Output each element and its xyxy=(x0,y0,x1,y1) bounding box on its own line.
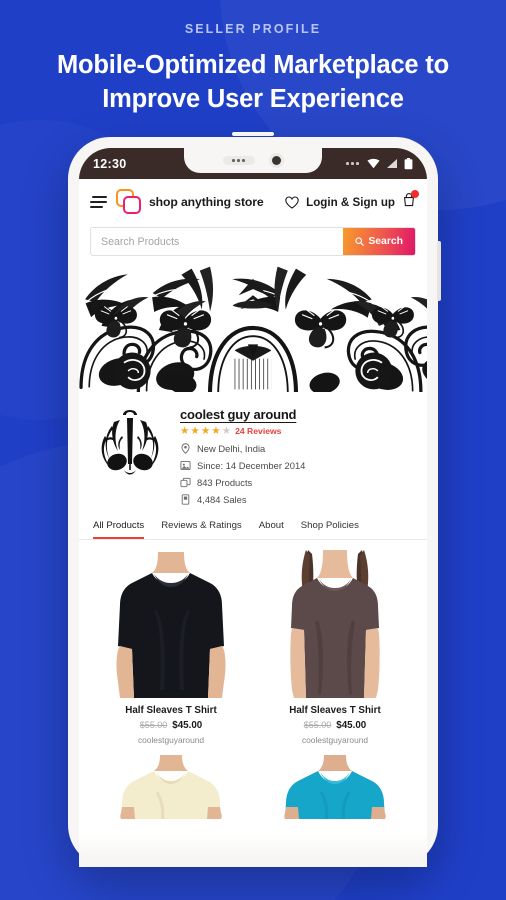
product-card[interactable] xyxy=(93,754,249,825)
seller-meta-sales: 4,484 Sales xyxy=(180,494,305,505)
status-time: 12:30 xyxy=(93,156,127,171)
heart-icon[interactable] xyxy=(285,195,299,209)
phone-notch xyxy=(184,148,322,173)
shop-logo-icon[interactable] xyxy=(116,189,142,215)
product-card[interactable]: Half Sleaves T Shirt $55.00 $45.00 coole… xyxy=(93,549,249,751)
status-icons xyxy=(346,157,413,170)
product-price-old: $55.00 xyxy=(139,719,168,730)
tab-about[interactable]: About xyxy=(259,520,284,539)
product-price-old: $55.00 xyxy=(303,719,332,730)
product-grid-row-2 xyxy=(79,750,427,825)
location-pin-icon xyxy=(181,442,190,454)
product-image xyxy=(257,549,413,698)
review-count[interactable]: 24 Reviews xyxy=(235,426,281,436)
search-button-label: Search xyxy=(368,236,403,247)
layers-icon xyxy=(180,477,191,487)
status-bar: 12:30 xyxy=(79,148,427,179)
seller-name[interactable]: coolest guy around xyxy=(180,407,305,422)
tab-reviews-ratings[interactable]: Reviews & Ratings xyxy=(161,520,242,539)
seller-products-text: 843 Products xyxy=(197,476,253,488)
app-header: shop anything store Login & Sign up xyxy=(79,179,427,225)
promo-headline: Mobile-Optimized Marketplace to Improve … xyxy=(57,51,449,113)
hamburger-icon[interactable] xyxy=(90,195,107,209)
store-banner xyxy=(79,266,427,392)
product-price: $55.00 $45.00 xyxy=(257,720,413,731)
product-photo-man-black xyxy=(96,549,246,698)
logo-square-front xyxy=(123,196,141,214)
banner-artwork xyxy=(79,266,427,392)
seller-sales-text: 4,484 Sales xyxy=(197,493,247,505)
product-seller[interactable]: coolestguyaround xyxy=(257,735,413,745)
product-card[interactable] xyxy=(257,754,413,825)
product-seller[interactable]: coolestguyaround xyxy=(93,735,249,745)
product-grid-row-1: Half Sleaves T Shirt $55.00 $45.00 coole… xyxy=(79,539,427,751)
seller-meta-products: 843 Products xyxy=(180,477,305,488)
product-price-new: $45.00 xyxy=(172,719,203,731)
product-price: $55.00 $45.00 xyxy=(93,720,249,731)
seller-meta-location: New Delhi, India xyxy=(180,443,305,454)
account-label[interactable]: Login & Sign up xyxy=(306,196,395,209)
cart-badge xyxy=(411,189,419,198)
promo-header: SELLER PROFILE Mobile-Optimized Marketpl… xyxy=(0,0,506,137)
screen-bottom-fade xyxy=(79,833,427,867)
star-rating-icon: ★ ★ ★ ★ ★ xyxy=(180,425,232,437)
search-input[interactable] xyxy=(91,228,344,255)
promo-stage: SELLER PROFILE Mobile-Optimized Marketpl… xyxy=(0,0,506,900)
product-title: Half Sleaves T Shirt xyxy=(125,704,217,716)
seller-profile: coolest guy around ★ ★ ★ ★ ★ 24 Reviews New … xyxy=(79,392,427,511)
product-image xyxy=(93,549,249,698)
front-camera-icon xyxy=(268,153,284,168)
calendar-icon xyxy=(180,460,191,470)
product-image xyxy=(93,754,249,819)
product-image xyxy=(257,754,413,819)
cart-button[interactable] xyxy=(402,189,419,212)
cell-signal-icon xyxy=(387,159,397,168)
avatar-artwork xyxy=(94,407,166,479)
product-price-new: $45.00 xyxy=(336,719,367,731)
search-section: Search xyxy=(79,225,427,266)
receipt-icon xyxy=(181,493,190,505)
seller-since-text: Since: 14 December 2014 xyxy=(197,459,306,471)
product-photo-man-cream xyxy=(96,754,246,819)
seller-details: coolest guy around ★ ★ ★ ★ ★ 24 Reviews New … xyxy=(180,406,305,505)
promo-divider xyxy=(232,132,274,137)
app-header-actions: Login & Sign up xyxy=(285,189,419,212)
tab-shop-policies[interactable]: Shop Policies xyxy=(301,520,359,539)
phone-mockup: 12:30 shop anything store Login & Sign u… xyxy=(68,137,441,867)
search-box: Search xyxy=(90,227,416,256)
seller-meta-since: Since: 14 December 2014 xyxy=(180,460,305,471)
product-photo-woman-brown xyxy=(260,549,410,698)
search-icon xyxy=(355,237,365,246)
wifi-icon xyxy=(367,158,380,169)
product-card[interactable]: Half Sleaves T Shirt $55.00 $45.00 coole… xyxy=(257,549,413,751)
search-button[interactable]: Search xyxy=(343,228,415,255)
phone-screen: 12:30 shop anything store Login & Sign u… xyxy=(79,148,427,867)
brand-name[interactable]: shop anything store xyxy=(149,195,264,209)
avatar[interactable] xyxy=(93,406,167,480)
phone-side-button[interactable] xyxy=(437,241,441,301)
more-dots-icon xyxy=(346,162,359,165)
seller-location-text: New Delhi, India xyxy=(197,442,266,454)
product-title: Half Sleaves T Shirt xyxy=(289,704,381,716)
profile-tabs: All Products Reviews & Ratings About Sho… xyxy=(79,510,427,540)
seller-rating: ★ ★ ★ ★ ★ 24 Reviews xyxy=(180,426,305,437)
speaker-grill-icon xyxy=(222,156,255,165)
battery-icon xyxy=(404,157,413,169)
promo-eyebrow: SELLER PROFILE xyxy=(184,22,322,36)
tab-all-products[interactable]: All Products xyxy=(93,520,145,539)
product-photo-man-turquoise xyxy=(260,754,410,819)
